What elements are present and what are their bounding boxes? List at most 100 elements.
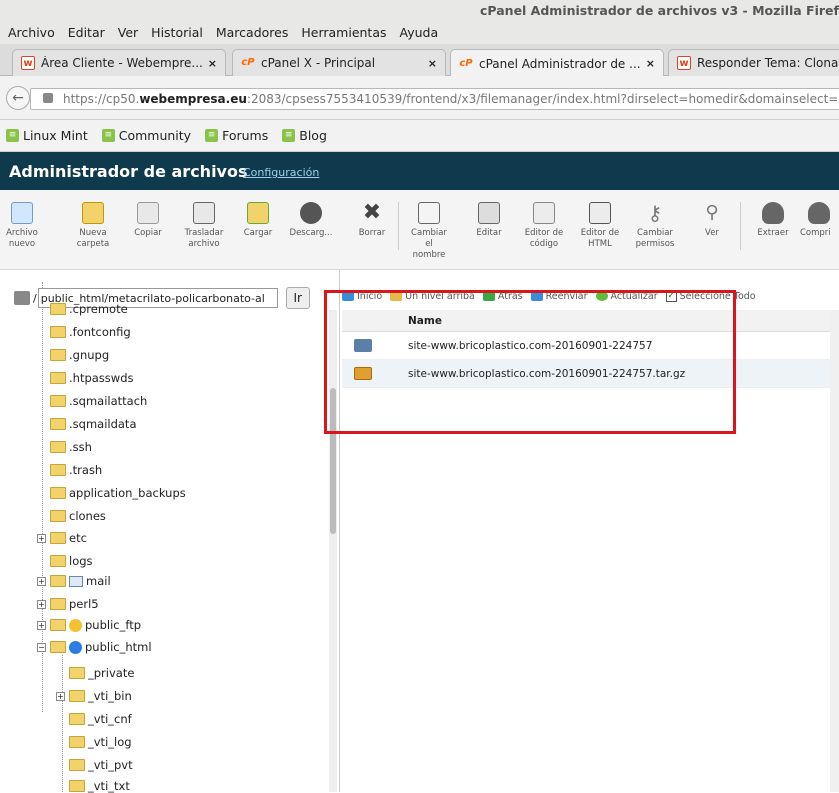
upload-icon — [247, 202, 269, 224]
download-button[interactable]: Descarg... — [288, 202, 334, 239]
menu-ver[interactable]: Ver — [118, 22, 138, 44]
compress-icon — [808, 202, 830, 224]
edit-icon — [478, 202, 500, 224]
folder-icon — [69, 759, 85, 771]
menu-editar[interactable]: Editar — [68, 22, 105, 44]
move-button[interactable]: Trasladar archivo — [178, 202, 230, 250]
bookmark-label: Blog — [299, 128, 327, 143]
tree-item-application-backups[interactable]: application_backups — [50, 486, 186, 500]
cpanel-icon: cP — [459, 57, 473, 69]
tree-item-vti-log[interactable]: _vti_log — [69, 735, 132, 749]
code-editor-button[interactable]: Editor de código — [520, 202, 568, 250]
expand-icon[interactable]: + — [37, 620, 46, 630]
menu-historial[interactable]: Historial — [151, 22, 203, 44]
tree-item-clones[interactable]: clones — [50, 509, 106, 523]
copy-button[interactable]: Copiar — [128, 202, 168, 239]
new-folder-button[interactable]: Nueva carpeta — [76, 202, 110, 250]
tree-item-perl5[interactable]: + perl5 — [37, 597, 99, 611]
tree-item-sqmailattach[interactable]: .sqmailattach — [50, 394, 147, 408]
tree-label: etc — [69, 531, 87, 545]
menu-archivo[interactable]: Archivo — [8, 22, 55, 44]
tree-item-trash[interactable]: .trash — [50, 463, 102, 477]
expand-icon[interactable]: + — [37, 599, 46, 609]
bookmarks-bar: ≡ Linux Mint ≡ Community ≡ Forums ≡ Blog — [0, 120, 839, 152]
bookmark-label: Forums — [222, 128, 269, 143]
tree-item-public-html[interactable]: − public_html — [37, 640, 152, 654]
menu-bar: Archivo Editar Ver Historial Marcadores … — [0, 22, 839, 44]
expand-icon[interactable]: + — [37, 533, 46, 543]
button-label: Editor de código — [524, 228, 564, 249]
window-title: cPanel Administrador de archivos v3 - Mo… — [480, 3, 839, 18]
tree-item-ssh[interactable]: .ssh — [50, 440, 92, 454]
file-list-scrollbar[interactable] — [830, 310, 839, 792]
tree-item-cpremote[interactable]: .cpremote — [50, 302, 128, 316]
tab-bar: w Área Cliente - Webempre... × cP cPanel… — [0, 44, 839, 77]
close-tab-icon[interactable]: × — [646, 57, 655, 70]
delete-button[interactable]: ✖ Borrar — [354, 202, 390, 239]
button-label: Copiar — [134, 228, 162, 238]
tree-item-sqmaildata[interactable]: .sqmaildata — [50, 417, 137, 431]
button-label: Borrar — [358, 228, 386, 238]
tree-item-public-ftp[interactable]: + public_ftp — [37, 618, 141, 632]
tree-label: .sqmailattach — [69, 394, 148, 408]
tree-item-vti-txt[interactable]: _vti_txt — [69, 779, 130, 793]
folder-open-icon — [50, 641, 66, 653]
settings-link[interactable]: Configuración — [243, 166, 319, 179]
close-tab-icon[interactable]: × — [208, 57, 217, 70]
upload-button[interactable]: Cargar — [238, 202, 278, 239]
globe-icon — [69, 640, 82, 654]
bookmark-forums[interactable]: ≡ Forums — [205, 128, 268, 143]
html-editor-button[interactable]: Editor de HTML — [576, 202, 624, 250]
folder-icon — [50, 395, 66, 407]
menu-ayuda[interactable]: Ayuda — [400, 22, 439, 44]
bookmark-icon: ≡ — [101, 129, 115, 142]
tree-item-gnupg[interactable]: .gnupg — [50, 348, 109, 362]
folder-icon — [69, 713, 85, 725]
tree-item-vti-cnf[interactable]: _vti_cnf — [69, 712, 132, 726]
edit-button[interactable]: Editar — [470, 202, 508, 239]
url-field[interactable]: https://cp50.webempresa.eu:2083/cpsess75… — [30, 88, 839, 110]
tree-label: .cpremote — [69, 302, 128, 316]
back-arrow-icon[interactable]: ← — [6, 86, 30, 110]
ftp-icon — [69, 618, 82, 632]
rename-button[interactable]: Cambiar el nombre — [408, 202, 450, 261]
menu-marcadores[interactable]: Marcadores — [216, 22, 289, 44]
new-file-button[interactable]: Archivo nuevo — [4, 202, 40, 250]
folder-icon — [50, 510, 66, 522]
expand-icon[interactable]: + — [37, 576, 46, 586]
bookmark-community[interactable]: ≡ Community — [101, 128, 191, 143]
toolbar-separator — [740, 202, 741, 250]
tree-item-htpasswds[interactable]: .htpasswds — [50, 371, 133, 385]
view-button[interactable]: ⚲ Ver — [696, 202, 728, 239]
page-title: Administrador de archivos — [9, 162, 248, 181]
bookmark-linux-mint[interactable]: ≡ Linux Mint — [6, 128, 88, 143]
compress-button[interactable]: Compri — [800, 202, 839, 239]
tree-item-logs[interactable]: logs — [50, 554, 93, 568]
expand-icon[interactable]: + — [56, 691, 65, 701]
tab-cpanel-principal[interactable]: cP cPanel X - Principal × — [232, 49, 446, 76]
go-button[interactable]: Ir — [285, 287, 310, 309]
bookmark-blog[interactable]: ≡ Blog — [282, 128, 327, 143]
change-permissions-button[interactable]: ⚷ Cambiar permisos — [632, 202, 678, 250]
tree-item-vti-pvt[interactable]: _vti_pvt — [69, 758, 133, 772]
close-tab-icon[interactable]: × — [428, 57, 437, 70]
tab-area-cliente[interactable]: w Área Cliente - Webempre... × — [12, 49, 226, 76]
view-icon: ⚲ — [705, 202, 719, 223]
menu-herramientas[interactable]: Herramientas — [301, 22, 386, 44]
tree-item-etc[interactable]: + etc — [37, 531, 87, 545]
delete-icon: ✖ — [362, 200, 382, 225]
tree-item-vti-bin[interactable]: + _vti_bin — [56, 689, 132, 703]
button-label: Nueva carpeta — [76, 228, 110, 249]
new-folder-icon — [82, 202, 104, 224]
tree-item-mail[interactable]: + mail — [37, 574, 111, 588]
tab-responder-tema[interactable]: w Responder Tema: Clonar — [668, 49, 839, 76]
tree-label: _private — [88, 666, 135, 680]
tree-item-fontconfig[interactable]: .fontconfig — [50, 325, 131, 339]
toolbar-separator — [398, 202, 399, 250]
folder-icon — [50, 598, 66, 610]
tree-item-private[interactable]: _private — [69, 666, 134, 680]
tab-cpanel-filemanager[interactable]: cP cPanel Administrador de ... × — [450, 49, 664, 77]
copy-icon — [137, 202, 159, 224]
extract-button[interactable]: Extraer — [752, 202, 794, 239]
collapse-icon[interactable]: − — [37, 642, 46, 652]
